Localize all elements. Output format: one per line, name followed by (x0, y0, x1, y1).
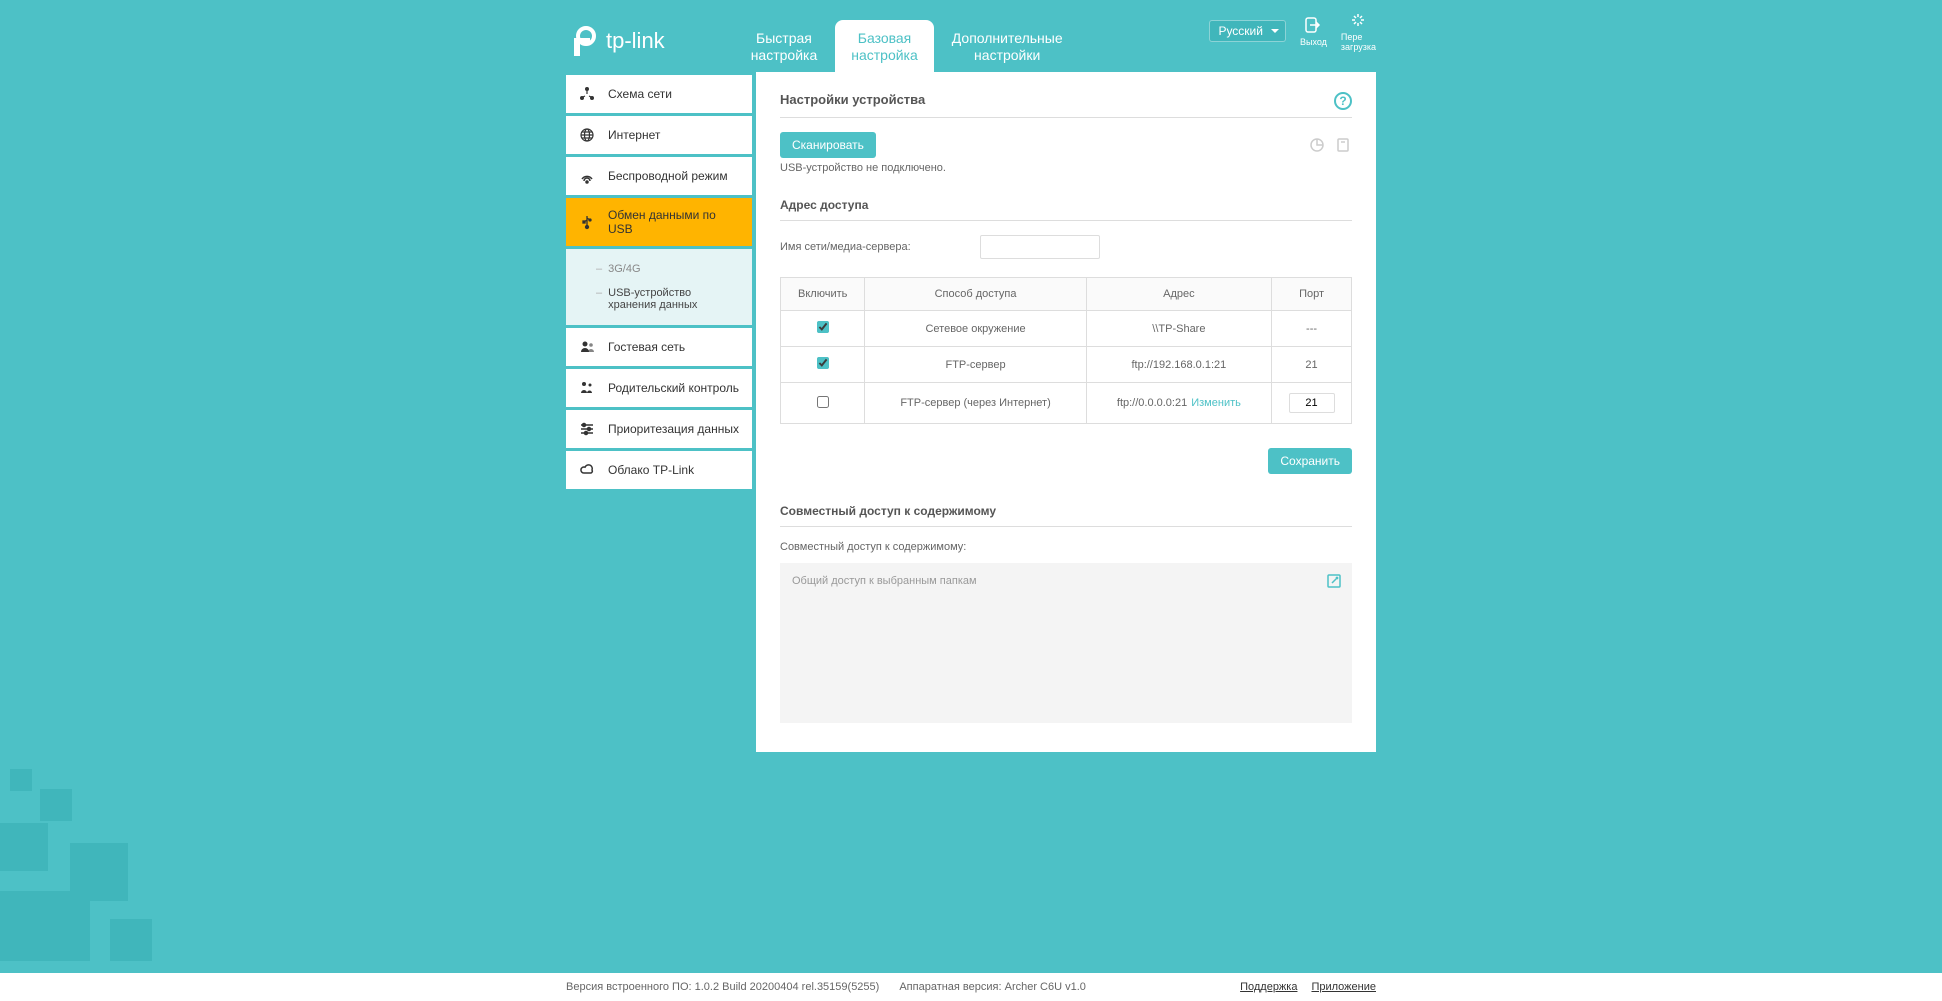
logo-text: tp-link (606, 28, 665, 54)
server-name-input[interactable] (980, 235, 1100, 259)
table-row: Сетевое окружение \\TP-Share --- (781, 311, 1352, 347)
enable-checkbox-ftp-internet[interactable] (817, 396, 829, 408)
parental-icon (578, 379, 596, 397)
scan-button[interactable]: Сканировать (780, 132, 876, 158)
wifi-icon (578, 167, 596, 185)
help-icon[interactable]: ? (1334, 92, 1352, 110)
sidebar-item-internet[interactable]: Интернет (566, 116, 752, 154)
hardware-version: Аппаратная версия: Archer C6U v1.0 (899, 981, 1086, 993)
enable-checkbox-network[interactable] (817, 321, 829, 333)
chart-icon[interactable] (1308, 136, 1326, 154)
sidebar-item-label: Обмен данными по USB (608, 208, 740, 236)
sharing-box: Общий доступ к выбранным папкам (780, 563, 1352, 723)
table-row: FTP-сервер (через Интернет) ftp://0.0.0.… (781, 383, 1352, 424)
sidebar-item-label: Интернет (608, 128, 660, 142)
sidebar-item-label: Гостевая сеть (608, 340, 685, 354)
sharing-title: Совместный доступ к содержимому (780, 504, 1352, 527)
usb-status-text: USB-устройство не подключено. (780, 162, 1352, 174)
sidebar-item-label: Родительский контроль (608, 381, 739, 395)
access-table: Включить Способ доступа Адрес Порт Сетев… (780, 277, 1352, 424)
reboot-icon (1348, 10, 1368, 30)
sidebar-item-parental-control[interactable]: Родительский контроль (566, 369, 752, 407)
qos-icon (578, 420, 596, 438)
support-link[interactable]: Поддержка (1240, 981, 1297, 993)
port-input[interactable] (1289, 393, 1335, 413)
sidebar-item-guest-network[interactable]: Гостевая сеть (566, 328, 752, 366)
sidebar-item-network-map[interactable]: Схема сети (566, 75, 752, 113)
logo-icon (566, 24, 600, 58)
guest-icon (578, 338, 596, 356)
cloud-icon (578, 461, 596, 479)
sidebar-item-label: Приоритезация данных (608, 422, 739, 436)
sidebar-item-label: Облако TP-Link (608, 463, 694, 477)
device-settings-title: Настройки устройства (780, 92, 1352, 118)
language-select[interactable]: Русский (1209, 20, 1286, 42)
sidebar-item-cloud[interactable]: Облако TP-Link (566, 451, 752, 489)
logout-button[interactable]: Выход (1300, 15, 1327, 47)
edit-icon[interactable] (1326, 573, 1342, 589)
footer: Версия встроенного ПО: 1.0.2 Build 20200… (0, 973, 1942, 1001)
logo: tp-link (566, 24, 665, 58)
sidebar-item-label: Схема сети (608, 87, 672, 101)
sidebar-subitem-usb-storage[interactable]: USB-устройство хранения данных (566, 281, 752, 317)
app-link[interactable]: Приложение (1311, 981, 1376, 993)
network-icon (578, 85, 596, 103)
sharing-label: Совместный доступ к содержимому: (780, 541, 1352, 553)
enable-checkbox-ftp[interactable] (817, 357, 829, 369)
tab-advanced-settings[interactable]: Дополнительныенастройки (936, 20, 1079, 72)
globe-icon (578, 126, 596, 144)
usb-icon (578, 213, 596, 231)
access-address-title: Адрес доступа (780, 198, 1352, 221)
logout-icon (1303, 15, 1323, 35)
eject-icon[interactable] (1334, 136, 1352, 154)
server-name-label: Имя сети/медиа-сервера: (780, 241, 980, 253)
save-button[interactable]: Сохранить (1268, 448, 1352, 474)
sidebar-item-usb-sharing[interactable]: Обмен данными по USB (566, 198, 752, 246)
tab-basic-setup[interactable]: Базоваянастройка (835, 20, 934, 72)
firmware-version: Версия встроенного ПО: 1.0.2 Build 20200… (566, 981, 879, 993)
sidebar-item-qos[interactable]: Приоритезация данных (566, 410, 752, 448)
sidebar-subitem-3g4g[interactable]: 3G/4G (566, 257, 752, 281)
reboot-button[interactable]: Перезагрузка (1341, 10, 1376, 52)
sidebar-submenu: 3G/4G USB-устройство хранения данных (566, 249, 752, 325)
change-link[interactable]: Изменить (1191, 397, 1241, 409)
sidebar-item-wireless[interactable]: Беспроводной режим (566, 157, 752, 195)
sidebar-item-label: Беспроводной режим (608, 169, 728, 183)
tab-quick-setup[interactable]: Быстраянастройка (735, 20, 834, 72)
table-row: FTP-сервер ftp://192.168.0.1:21 21 (781, 347, 1352, 383)
